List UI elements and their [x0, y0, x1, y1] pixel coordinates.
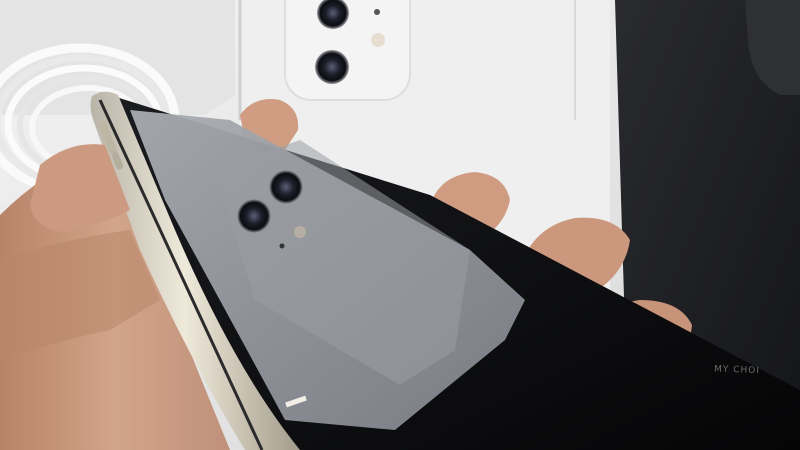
photo-scene: MY CHOI: [0, 0, 800, 450]
reflection-lens-icon: [237, 199, 271, 233]
microphone-dot: [374, 9, 380, 15]
reflection-mic-dot: [279, 243, 285, 249]
box-print-phone: [284, 0, 411, 101]
flash-icon: [371, 33, 385, 47]
reflection-lens-icon: [269, 170, 303, 204]
camera-lens-icon: [315, 50, 349, 84]
photo-illustration: [0, 0, 800, 450]
reflection-flash-icon: [294, 226, 306, 238]
